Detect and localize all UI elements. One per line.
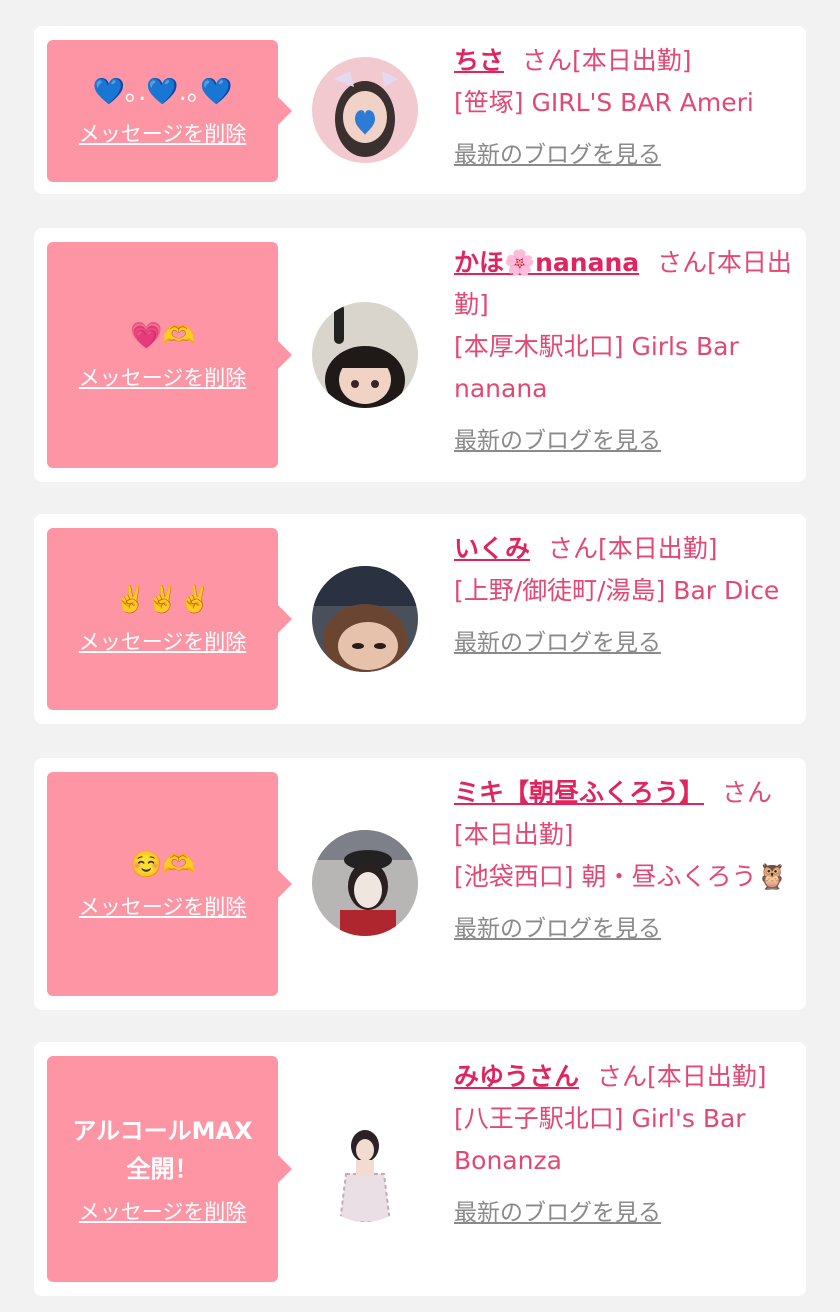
latest-blog-link[interactable]: 最新のブログを見る [454, 1192, 661, 1234]
message-card: アルコールMAX全開！ メッセージを削除 みゆうさん さん[本日出勤] [八王子駅… [34, 1042, 806, 1296]
message-bubble: ☺️🫶 メッセージを削除 [47, 772, 292, 996]
message-text: アルコールMAX全開！ [72, 1117, 253, 1183]
cast-info: ミキ【朝昼ふくろう】 さん[本日出勤] [池袋西口] 朝・昼ふくろう🦉 最新のブロ… [454, 772, 794, 950]
message-list: 💙｡.💙.｡💙 メッセージを削除 ちさ さん[本日出勤] [笹塚] GIRL'S … [0, 0, 840, 1312]
avatar[interactable] [312, 830, 418, 936]
message-card: ✌️✌️✌️ メッセージを削除 いくみ さん[本日出勤] [上野/御徒町/湯島] … [34, 514, 806, 724]
message-bubble: アルコールMAX全開！ メッセージを削除 [47, 1056, 292, 1282]
message-text: ✌️✌️✌️ [113, 585, 212, 615]
shop-name: [八王子駅北口] Girl's Bar Bonanza [454, 1104, 746, 1175]
avatar[interactable] [312, 302, 418, 408]
cast-info: かほ🌸nanana さん[本日出勤] [本厚木駅北口] Girls Bar nan… [454, 242, 794, 462]
avatar[interactable] [312, 1116, 418, 1222]
message-text: 💙｡.💙.｡💙 [92, 77, 233, 107]
delete-message-link[interactable]: メッセージを削除 [79, 628, 247, 656]
message-card: 💗🫶 メッセージを削除 かほ🌸nanana さん[本日出勤] [本厚木駅北口] G… [34, 228, 806, 482]
avatar[interactable] [312, 57, 418, 163]
message-card: 💙｡.💙.｡💙 メッセージを削除 ちさ さん[本日出勤] [笹塚] GIRL'S … [34, 26, 806, 194]
delete-message-link[interactable]: メッセージを削除 [79, 1198, 247, 1226]
cast-info: いくみ さん[本日出勤] [上野/御徒町/湯島] Bar Dice 最新のブログを… [454, 528, 794, 664]
delete-message-link[interactable]: メッセージを削除 [79, 893, 247, 921]
message-bubble: 💗🫶 メッセージを削除 [47, 242, 292, 468]
cast-name-link[interactable]: かほ🌸nanana [454, 248, 639, 277]
message-text: ☺️🫶 [130, 850, 195, 880]
avatar[interactable] [312, 566, 418, 672]
cast-info: みゆうさん さん[本日出勤] [八王子駅北口] Girl's Bar Bonanz… [454, 1056, 794, 1234]
message-text: 💗🫶 [130, 321, 195, 351]
shop-name: [上野/御徒町/湯島] Bar Dice [454, 576, 780, 605]
delete-message-link[interactable]: メッセージを削除 [79, 364, 247, 392]
message-bubble: 💙｡.💙.｡💙 メッセージを削除 [47, 40, 292, 182]
cast-name-link[interactable]: いくみ [454, 534, 530, 563]
delete-message-link[interactable]: メッセージを削除 [79, 120, 247, 148]
shop-name: [池袋西口] 朝・昼ふくろう🦉 [454, 862, 788, 891]
message-bubble: ✌️✌️✌️ メッセージを削除 [47, 528, 292, 710]
latest-blog-link[interactable]: 最新のブログを見る [454, 420, 661, 462]
cast-name-link[interactable]: ちさ [454, 46, 504, 75]
cast-name-link[interactable]: みゆうさん [454, 1062, 579, 1091]
cast-status: さん[本日出勤] [597, 1062, 767, 1091]
latest-blog-link[interactable]: 最新のブログを見る [454, 622, 661, 664]
cast-status: さん[本日出勤] [548, 534, 718, 563]
shop-name: [笹塚] GIRL'S BAR Ameri [454, 88, 754, 117]
shop-name: [本厚木駅北口] Girls Bar nanana [454, 332, 739, 403]
latest-blog-link[interactable]: 最新のブログを見る [454, 134, 661, 176]
cast-info: ちさ さん[本日出勤] [笹塚] GIRL'S BAR Ameri 最新のブログを… [454, 40, 794, 176]
cast-name-link[interactable]: ミキ【朝昼ふくろう】 [454, 778, 704, 807]
message-card: ☺️🫶 メッセージを削除 ミキ【朝昼ふくろう】 さん[本日出勤] [池袋西口] 朝… [34, 758, 806, 1010]
cast-status: さん[本日出勤] [522, 46, 692, 75]
latest-blog-link[interactable]: 最新のブログを見る [454, 908, 661, 950]
